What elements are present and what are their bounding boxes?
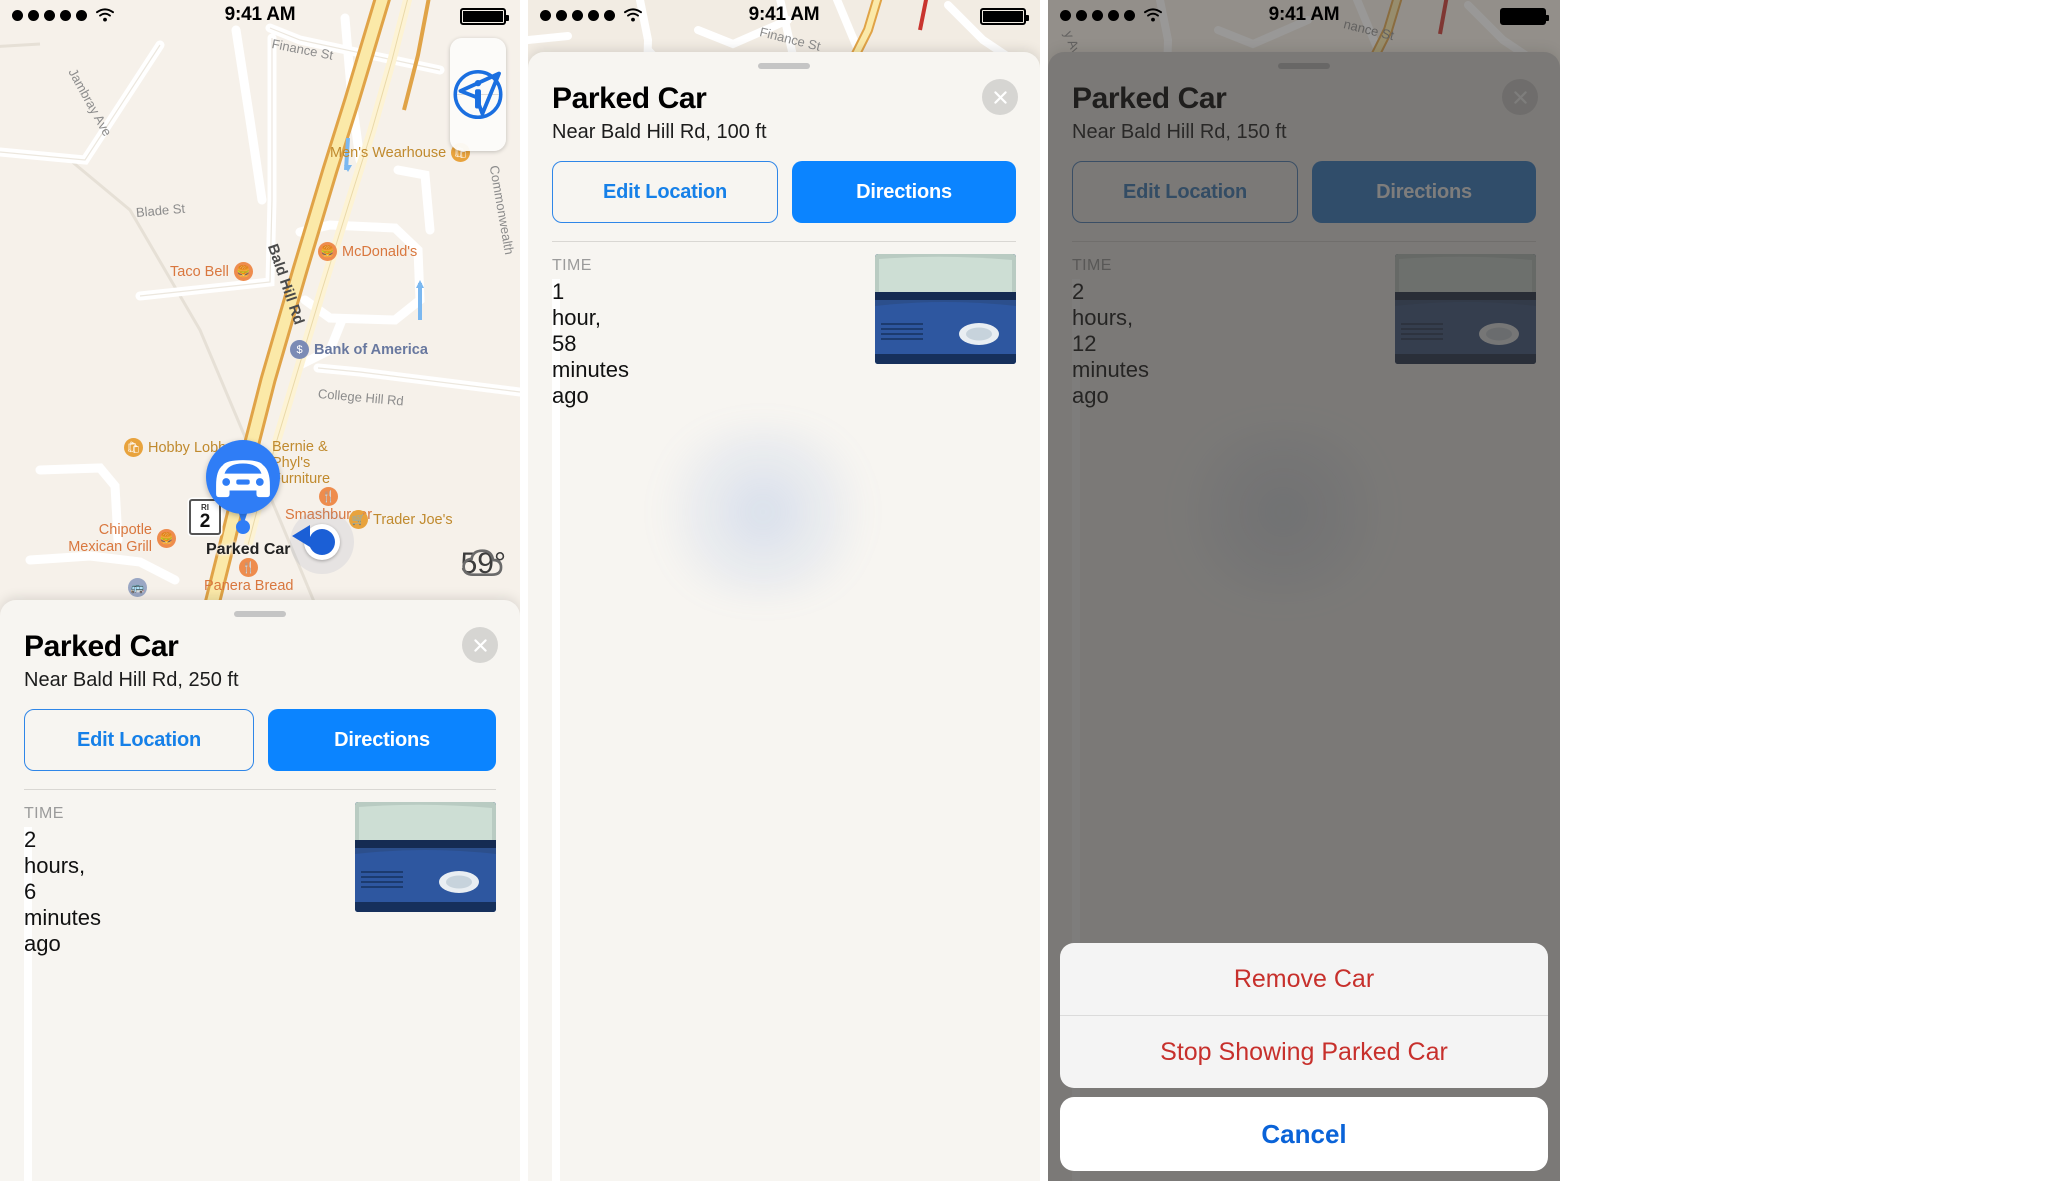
- battery-full-icon: [1500, 8, 1549, 25]
- time-value: 2 hours, 6 minutes ago: [24, 827, 101, 1181]
- time-value: 1 hour, 58 minutes ago: [552, 279, 629, 1181]
- food-bag-icon: 🍔: [233, 262, 253, 281]
- panel-1-map-with-card: Jambray Ave Finance St Blade St Bald Hil…: [0, 0, 520, 1181]
- parked-car-card: Parked Car Near Bald Hill Rd, 250 ft Edi…: [0, 600, 520, 1181]
- action-sheet-group: Remove Car Stop Showing Parked Car: [1060, 943, 1548, 1088]
- screenshot-stage: Jambray Ave Finance St Blade St Bald Hil…: [0, 0, 2048, 1181]
- poi-label: Bernie & Phyl's Furniture: [272, 439, 331, 487]
- status-bar: 9:41 AM: [1048, 0, 1560, 30]
- food-bag-icon: 🍔: [318, 242, 337, 261]
- card-action-buttons: Edit Location Directions: [528, 144, 1040, 223]
- status-bar-time: 9:41 AM: [748, 4, 820, 25]
- parked-car-photo[interactable]: [355, 802, 496, 912]
- parked-car-pin[interactable]: [206, 440, 280, 534]
- battery-full-icon: [980, 8, 1029, 25]
- card-info-rows: TIME 1 hour, 58 minutes ago NOTE Parked …: [528, 242, 1040, 1181]
- directions-button[interactable]: Directions: [792, 161, 1016, 223]
- poi-label: Trader Joe's: [373, 511, 453, 528]
- panel-3-action-sheet: y Ave nance St 9:41 AM Parked Car Near B…: [1048, 0, 1560, 1181]
- food-bag-icon: 🍔: [157, 529, 176, 549]
- weather-indicator: 59°: [461, 547, 506, 581]
- shop-bag-icon: 🛍: [124, 438, 143, 457]
- poi-label: McDonald's: [342, 243, 418, 260]
- status-bar: 9:41 AM: [0, 0, 520, 30]
- action-sheet-item-stop-showing-parked-car[interactable]: Stop Showing Parked Car: [1060, 1016, 1548, 1088]
- action-sheet: Remove Car Stop Showing Parked Car Cance…: [1060, 943, 1548, 1171]
- restaurant-icon: 🍴: [239, 558, 259, 577]
- cancel-button[interactable]: Cancel: [1060, 1097, 1548, 1171]
- bank-dollar-icon: $: [290, 340, 309, 359]
- status-bar-time: 9:41 AM: [1268, 4, 1340, 25]
- page-title: Parked Car: [24, 630, 179, 663]
- poi-chipotle-mexican-grill[interactable]: 🍔 Chipotle Mexican Grill: [66, 522, 176, 555]
- parked-car-map-label: Parked Car: [206, 541, 291, 558]
- card-subtitle: Near Bald Hill Rd, 100 ft: [552, 121, 767, 143]
- poi-label: Panera Bread: [204, 578, 294, 594]
- poi-label: Men's Wearhouse: [330, 144, 447, 161]
- cloud-icon: [461, 549, 502, 577]
- close-icon[interactable]: [982, 79, 1018, 115]
- car-icon: [206, 440, 280, 514]
- map-controls: [450, 38, 506, 151]
- battery-full-icon: [460, 8, 509, 25]
- panel-gap: [1040, 0, 1048, 1181]
- bus-icon: 🚌: [128, 578, 147, 597]
- action-sheet-item-remove-car[interactable]: Remove Car: [1060, 943, 1548, 1015]
- poi-transit-marker[interactable]: 🚌: [128, 578, 147, 597]
- poi-trader-joes[interactable]: 🛒 Trader Joe's: [349, 510, 453, 529]
- card-info-rows: TIME 2 hours, 6 minutes ago NOTE Parked …: [0, 790, 520, 1181]
- pin-anchor-dot: [236, 520, 250, 534]
- poi-label: Taco Bell: [170, 263, 229, 280]
- card-header: Parked Car Near Bald Hill Rd, 250 ft: [0, 617, 520, 692]
- card-subtitle: Near Bald Hill Rd, 250 ft: [24, 669, 239, 691]
- edit-location-button[interactable]: Edit Location: [24, 709, 254, 771]
- page-title: Parked Car: [552, 82, 707, 115]
- status-bar: 9:41 AM: [528, 0, 1040, 30]
- panel-gap: [520, 0, 528, 1181]
- poi-panera-bread[interactable]: 🍴 Panera Bread: [204, 558, 293, 594]
- parked-car-card: Parked Car Near Bald Hill Rd, 100 ft Edi…: [528, 52, 1040, 1181]
- card-action-buttons: Edit Location Directions: [0, 692, 520, 771]
- directions-button[interactable]: Directions: [268, 709, 496, 771]
- edit-location-button[interactable]: Edit Location: [552, 161, 778, 223]
- status-bar-time: 9:41 AM: [224, 4, 296, 25]
- poi-label: Chipotle Mexican Grill: [68, 522, 152, 555]
- poi-mcdonalds[interactable]: 🍔 McDonald's: [318, 242, 417, 261]
- navigation-arrow-icon[interactable]: [450, 71, 506, 151]
- poi-bank-of-america[interactable]: $ Bank of America: [290, 340, 428, 359]
- panel-2-expanded-card: Finance St Commonwealth 9:41 AM Parked C…: [528, 0, 1040, 1181]
- card-header: Parked Car Near Bald Hill Rd, 100 ft: [528, 69, 1040, 144]
- poi-label: Bank of America: [314, 341, 428, 358]
- user-location-icon: [290, 510, 354, 574]
- poi-taco-bell[interactable]: 🍔 Taco Bell: [170, 262, 253, 281]
- restaurant-icon: 🍴: [319, 487, 339, 506]
- close-icon[interactable]: [462, 627, 498, 663]
- parked-car-photo[interactable]: [875, 254, 1016, 364]
